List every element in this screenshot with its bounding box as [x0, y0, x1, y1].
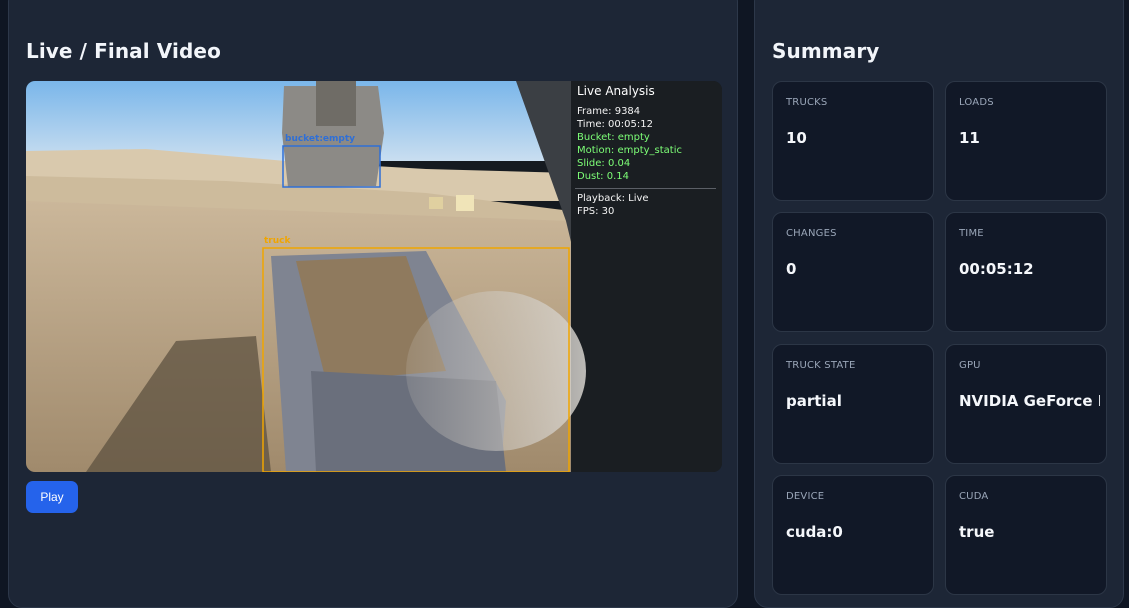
card-label: DEVICE	[786, 491, 825, 502]
overlay-dust: Dust: 0.14	[577, 171, 629, 182]
overlay-fps: FPS: 30	[577, 206, 615, 217]
truck-detection-label: truck	[264, 236, 291, 246]
summary-card-gpu: GPU NVIDIA GeForce R	[945, 344, 1107, 464]
summary-card-trucks: TRUCKS 10	[772, 81, 934, 201]
overlay-motion: Motion: empty_static	[577, 145, 682, 156]
card-value: true	[959, 523, 995, 541]
summary-title: Summary	[772, 39, 880, 63]
summary-panel: Summary TRUCKS 10 LOADS 11 CHANGES 0 TIM…	[754, 0, 1124, 608]
overlay-divider	[575, 188, 716, 189]
card-label: CHANGES	[786, 228, 837, 239]
card-label: TRUCKS	[786, 97, 828, 108]
card-value: 10	[786, 129, 807, 147]
card-label: CUDA	[959, 491, 989, 502]
summary-card-time: TIME 00:05:12	[945, 212, 1107, 332]
card-label: LOADS	[959, 97, 994, 108]
summary-card-loads: LOADS 11	[945, 81, 1107, 201]
card-value: 00:05:12	[959, 260, 1034, 278]
card-label: GPU	[959, 360, 981, 371]
card-value: 11	[959, 129, 980, 147]
bucket-detection-label: bucket:empty	[285, 134, 356, 144]
overlay-playback: Playback: Live	[577, 193, 649, 204]
card-value: NVIDIA GeForce R	[959, 392, 1100, 410]
video-panel: Live / Final Video bucket:empty truck Li…	[8, 0, 738, 608]
card-label: TIME	[959, 228, 984, 239]
card-value: cuda:0	[786, 523, 843, 541]
overlay-bucket: Bucket: empty	[577, 132, 650, 143]
summary-card-cuda: CUDA true	[945, 475, 1107, 595]
summary-card-changes: CHANGES 0	[772, 212, 934, 332]
card-value: 0	[786, 260, 797, 278]
overlay-time: Time: 00:05:12	[577, 119, 653, 130]
overlay-slide: Slide: 0.04	[577, 158, 631, 169]
overlay-frame: Frame: 9384	[577, 106, 641, 117]
overlay-title: Live Analysis	[577, 84, 655, 98]
play-button[interactable]: Play	[26, 481, 78, 513]
summary-card-device: DEVICE cuda:0	[772, 475, 934, 595]
video-player[interactable]: bucket:empty truck Live Analysis Frame: …	[26, 81, 722, 472]
summary-card-truck-state: TRUCK STATE partial	[772, 344, 934, 464]
card-label: TRUCK STATE	[786, 360, 856, 371]
video-panel-title: Live / Final Video	[26, 39, 221, 63]
card-value: partial	[786, 392, 842, 410]
